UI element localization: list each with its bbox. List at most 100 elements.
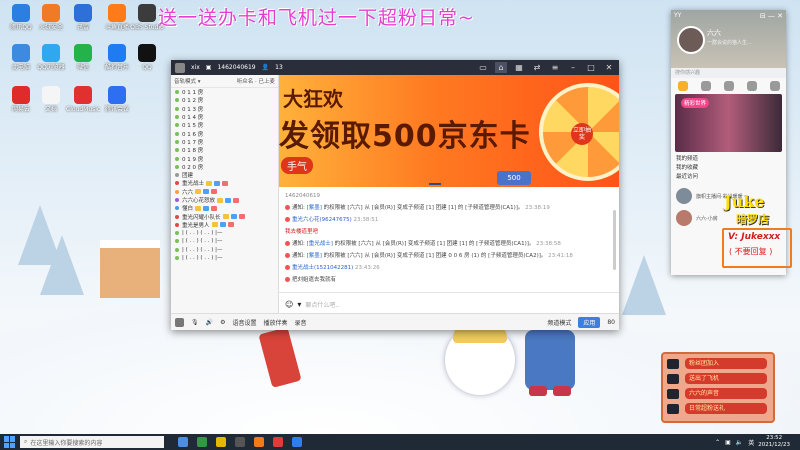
channel-user[interactable]: | ( . . ) ( . . ) |— <box>171 237 278 245</box>
channel-room[interactable]: 0 1 3 房 <box>171 105 278 113</box>
image-icon[interactable]: ▾ <box>297 300 301 309</box>
desktop-icon[interactable]: 微信 <box>66 44 100 71</box>
channel-user[interactable]: | ( . . ) ( . . ) |— <box>171 229 278 237</box>
channel-mode-select[interactable]: 频道模式 <box>547 318 571 327</box>
channel-avatar <box>676 188 692 204</box>
chat-message: 通知: [紫墨] 的权限被 [六六] 从 [会员(R)] 变成子频道 [1] 团… <box>279 250 619 262</box>
desktop-icon[interactable]: 迅雷 <box>66 4 100 31</box>
desktop-icon[interactable]: QQ浏览器 <box>34 44 68 71</box>
emoji-icon[interactable]: ☺ <box>285 300 293 309</box>
desktop-icon[interactable]: 腾讯QQ <box>4 4 38 31</box>
voice-settings-button[interactable]: 语音设置 <box>233 318 257 327</box>
live-icon[interactable] <box>746 81 757 91</box>
room-name: xix <box>191 64 200 71</box>
record-button[interactable]: 录音 <box>295 318 307 327</box>
channel-room[interactable]: 0 1 2 房 <box>171 96 278 104</box>
list-item[interactable]: 最近访问 <box>676 173 781 182</box>
mode-select[interactable]: 音轨模式 ▾ <box>174 77 201 85</box>
list-item[interactable]: 我的频道 <box>676 155 781 164</box>
more-icon[interactable] <box>769 81 780 91</box>
tray-up-icon[interactable]: ⌃ <box>715 439 720 446</box>
app-icon[interactable] <box>235 437 245 447</box>
close-button[interactable]: ✕ <box>603 62 615 73</box>
channel-user[interactable]: 六六心花怒放 <box>171 196 278 204</box>
promo-banner[interactable]: 大狂欢 发领取500京东卡 手气 立即抽奖 500 <box>279 75 619 187</box>
settings-icon[interactable]: ⚙ <box>220 319 225 326</box>
menu-icon[interactable]: ≡ <box>549 62 561 73</box>
play-accompaniment-button[interactable]: 播放伴奏 <box>264 318 288 327</box>
desktop-icon[interactable]: 火绒安全 <box>34 4 68 31</box>
channel-user[interactable]: 懂白 <box>171 204 278 212</box>
desktop-icon[interactable]: 酷狗音乐 <box>100 44 134 71</box>
apply-button[interactable]: 应用 <box>578 316 601 328</box>
start-button[interactable] <box>4 436 16 448</box>
chat-scrollbar[interactable] <box>613 210 616 270</box>
lottery-button[interactable]: 立即抽奖 <box>571 123 593 145</box>
screen-icon[interactable]: ▭ <box>477 62 489 73</box>
browser-icon[interactable] <box>292 437 302 447</box>
profile-avatar[interactable] <box>677 26 705 54</box>
channel-room[interactable]: 0 1 7 房 <box>171 138 278 146</box>
panel-search[interactable]: 搜你感兴趣 <box>671 68 786 78</box>
desktop-icon[interactable]: OBS Studio <box>130 4 164 31</box>
badge-icon <box>211 205 218 211</box>
network-icon[interactable]: ▣ <box>725 439 731 446</box>
listener-filter[interactable]: 听众名 · 已上麦 <box>237 77 275 85</box>
avatar-small[interactable] <box>175 317 184 327</box>
notice-icon <box>285 277 290 282</box>
channel-room[interactable]: 0 1 9 房 <box>171 154 278 163</box>
folder-icon[interactable] <box>216 437 226 447</box>
panel-controls[interactable]: ⊟ — ✕ <box>760 12 783 20</box>
channel-user[interactable]: 重光战士 <box>171 179 278 187</box>
channel-room[interactable]: 0 1 1 房 <box>171 88 278 96</box>
chat-name[interactable]: [紫墨] <box>307 253 322 259</box>
chat-tail: [1] 的 [子频道管理员(CA1)]。 <box>459 241 535 247</box>
channel-user[interactable]: 重光是男人 <box>171 221 278 229</box>
minimize-button[interactable]: – <box>567 62 579 73</box>
desktop-icon[interactable]: 斗鱼直播 <box>100 4 134 31</box>
taskbar-clock[interactable]: 23:52 2021/12/23 <box>758 435 790 449</box>
chat-icon[interactable] <box>700 81 711 91</box>
chat-name[interactable]: 重光战士(1521042281) <box>292 265 353 271</box>
desktop-icon[interactable]: CloudMusic <box>66 86 100 113</box>
app-icon[interactable] <box>197 437 207 447</box>
list-item[interactable]: 我的收藏 <box>676 164 781 173</box>
taskbar-search[interactable]: ⌕ 在这里输入你要搜索的内容 <box>20 436 164 448</box>
share-icon[interactable]: ⇄ <box>531 62 543 73</box>
home-icon[interactable] <box>677 81 688 91</box>
channel-room[interactable]: 0 2 0 房 <box>171 163 278 171</box>
channel-room[interactable]: 0 1 4 房 <box>171 113 278 121</box>
desktop-icon[interactable]: 腾讯会议 <box>100 86 134 113</box>
maximize-button[interactable]: □ <box>585 62 597 73</box>
section-header[interactable]: 团建 <box>171 171 278 179</box>
mic-icon[interactable]: 🎙 <box>191 319 199 326</box>
grid-icon[interactable]: ▦ <box>513 62 525 73</box>
chat-name[interactable]: [重光战士] <box>307 241 333 247</box>
channel-room[interactable]: 0 1 5 房 <box>171 121 278 129</box>
channel-user[interactable]: | ( . . ) ( . . ) |— <box>171 246 278 254</box>
speaker-icon[interactable]: 🔊 <box>206 319 213 326</box>
friends-icon[interactable] <box>723 81 734 91</box>
channel-user[interactable]: 六六 <box>171 188 278 196</box>
chat-input[interactable]: 聊点什么吧.. <box>305 300 613 309</box>
home-icon[interactable]: ⌂ <box>495 62 507 73</box>
channel-room[interactable]: 0 1 8 房 <box>171 146 278 154</box>
channel-user[interactable]: 重光闪耀小队长 <box>171 212 278 221</box>
desktop-icon[interactable]: 文档 <box>34 86 68 113</box>
task-view-icon[interactable] <box>178 437 188 447</box>
desktop-icon[interactable]: 网易云 <box>4 86 38 113</box>
desktop-icon[interactable]: 此电脑 <box>4 44 38 71</box>
channel-user[interactable]: | ( . . ) ( . . ) |— <box>171 254 278 262</box>
desktop-icon[interactable]: QQ <box>130 44 164 71</box>
app-icon[interactable] <box>273 437 283 447</box>
carousel-indicator[interactable] <box>429 183 441 185</box>
app-icon[interactable] <box>254 437 264 447</box>
channel-room[interactable]: 0 1 6 房 <box>171 129 278 138</box>
chat-name[interactable]: 重光六心花(96247675) <box>292 217 352 223</box>
chat-name[interactable]: [紫墨] <box>307 205 322 211</box>
user-status-icon <box>175 247 179 252</box>
room-id-icon: ▣ <box>205 64 212 71</box>
world-banner[interactable]: 精彩世界 <box>675 94 782 152</box>
volume-icon[interactable]: 🔈 <box>736 439 743 446</box>
input-method[interactable]: 英 <box>748 438 754 447</box>
